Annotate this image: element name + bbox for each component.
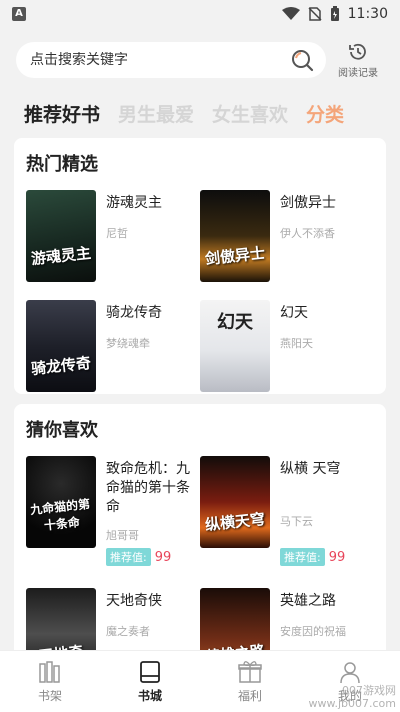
profile-icon xyxy=(340,662,360,684)
nav-bookstore[interactable]: 书城 xyxy=(100,651,200,712)
tab-recommended[interactable]: 推荐好书 xyxy=(24,100,100,127)
book-cover[interactable]: 骑龙传奇 xyxy=(26,300,96,392)
book-author: 梦绕魂牵 xyxy=(106,337,150,350)
book-title: 游魂灵主 xyxy=(106,195,162,211)
book-item[interactable]: 幻天 幻天 燕阳天 xyxy=(200,300,374,400)
battery-icon xyxy=(330,6,339,21)
book-item[interactable]: 骑龙传奇 骑龙传奇 梦绕魂牵 xyxy=(26,300,200,400)
gift-icon xyxy=(238,661,262,683)
bookshelf-icon xyxy=(39,661,60,683)
bookstore-icon xyxy=(140,661,160,683)
book-item[interactable]: 九命猫的第十条命 致命危机：九命猫的第十条命 旭哥哥 推荐值: 99 xyxy=(26,456,200,578)
search-box[interactable] xyxy=(16,42,326,78)
wifi-icon xyxy=(281,7,300,20)
reading-history-button[interactable]: 阅读记录 xyxy=(330,42,386,79)
book-item[interactable]: 纵横天穹 纵横 天穹 马下云 推荐值: 99 xyxy=(200,456,374,578)
book-author: 尼哲 xyxy=(106,227,128,240)
site-watermark: 007游戏网 www.jb007.com xyxy=(308,684,396,710)
book-title: 天地奇侠 xyxy=(106,593,162,609)
status-bar: A 11:30 xyxy=(0,0,400,28)
book-cover[interactable]: 纵横天穹 xyxy=(200,456,270,548)
book-item[interactable]: 游魂灵主 游魂灵主 尼哲 xyxy=(26,190,200,290)
tab-categories[interactable]: 分类 xyxy=(306,100,344,127)
hot-picks-title: 热门精选 xyxy=(26,154,98,175)
search-row: 阅读记录 xyxy=(0,28,400,84)
book-title: 英雄之路 xyxy=(280,593,336,609)
book-author: 旭哥哥 xyxy=(106,529,139,542)
book-author: 魔之奏者 xyxy=(106,625,150,638)
clock: 11:30 xyxy=(347,6,388,22)
book-title: 纵横 天穹 xyxy=(280,461,341,477)
search-input[interactable] xyxy=(30,52,290,68)
book-title: 幻天 xyxy=(280,305,308,321)
book-title: 剑傲异士 xyxy=(280,195,336,211)
guess-you-like-title: 猜你喜欢 xyxy=(26,420,98,441)
reading-history-label: 阅读记录 xyxy=(338,67,378,79)
book-cover[interactable]: 九命猫的第十条命 xyxy=(26,456,96,548)
no-sim-icon xyxy=(308,7,322,21)
book-cover[interactable]: 剑傲异士 xyxy=(200,190,270,282)
book-title: 致命危机：九命猫的第十条命 xyxy=(106,461,190,515)
book-author: 安度因的祝福 xyxy=(280,625,346,638)
history-icon xyxy=(349,43,366,60)
nav-welfare[interactable]: 福利 xyxy=(200,651,300,712)
book-author: 马下云 xyxy=(280,515,313,528)
search-icon[interactable] xyxy=(290,48,314,72)
app-notification-icon: A xyxy=(12,7,26,21)
nav-bookshelf[interactable]: 书架 xyxy=(0,651,100,712)
hot-picks-card: 热门精选 游魂灵主 游魂灵主 尼哲 剑傲异士 剑傲异士 伊人不添香 骑龙传奇 骑龙传… xyxy=(14,138,386,394)
book-title: 骑龙传奇 xyxy=(106,305,162,321)
nav-bookshelf-label: 书架 xyxy=(37,689,62,703)
category-tabs: 推荐好书 男生最爱 女生喜欢 分类 xyxy=(0,84,400,138)
book-cover[interactable]: 幻天 xyxy=(200,300,270,392)
nav-welfare-label: 福利 xyxy=(237,689,262,703)
book-cover[interactable]: 游魂灵主 xyxy=(26,190,96,282)
tab-girls-like[interactable]: 女生喜欢 xyxy=(212,100,288,127)
book-author: 伊人不添香 xyxy=(280,227,335,240)
recommend-score: 推荐值: 99 xyxy=(280,548,374,566)
recommend-score: 推荐值: 99 xyxy=(106,548,200,566)
tab-boys-favorite[interactable]: 男生最爱 xyxy=(118,100,194,127)
nav-bookstore-label: 书城 xyxy=(137,689,162,703)
book-author: 燕阳天 xyxy=(280,337,313,350)
book-item[interactable]: 剑傲异士 剑傲异士 伊人不添香 xyxy=(200,190,374,290)
